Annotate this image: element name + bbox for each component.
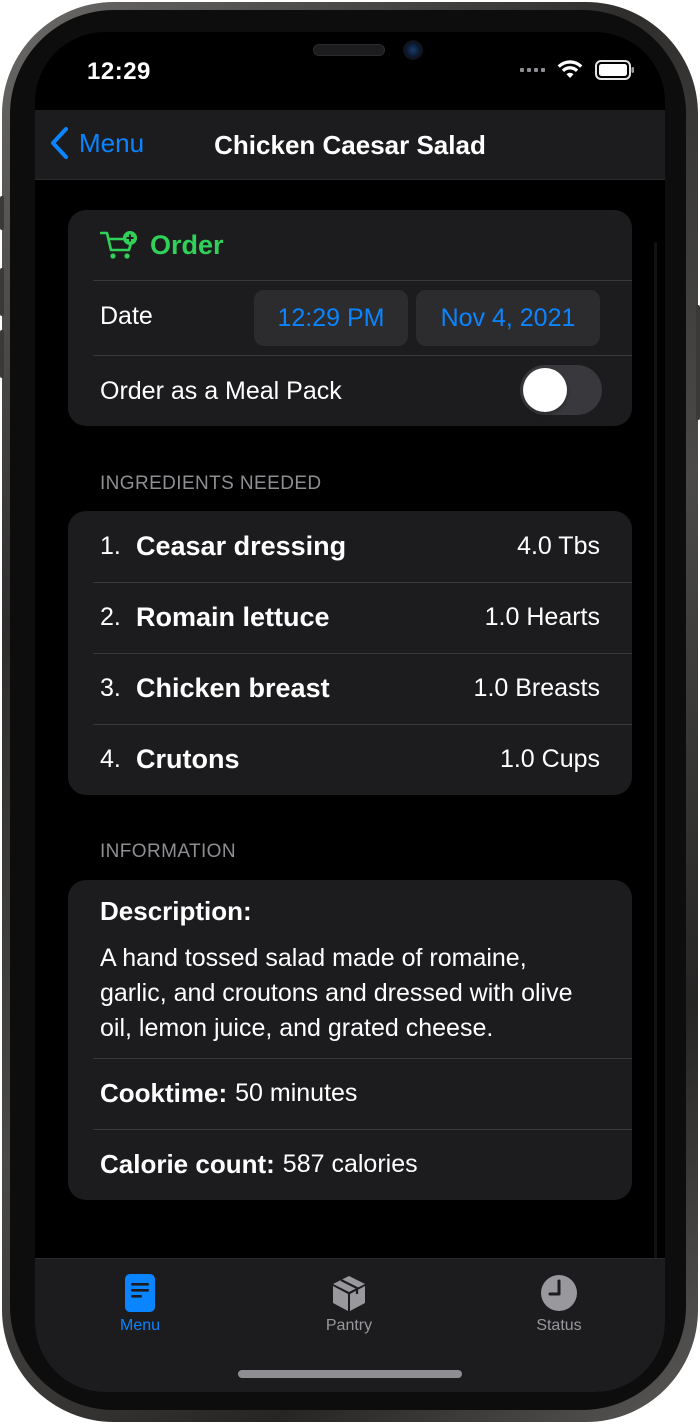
ingredient-row[interactable]: 1. Ceasar dressing 4.0 Tbs: [68, 511, 632, 582]
toggle-knob: [523, 368, 567, 412]
meal-pack-label: Order as a Meal Pack: [100, 377, 342, 405]
wifi-icon: [557, 60, 583, 78]
box-icon: [333, 1276, 365, 1311]
menu-doc-icon: [125, 1274, 155, 1312]
ingredient-row[interactable]: 4. Crutons 1.0 Cups: [68, 724, 632, 795]
tab-menu-label: Menu: [119, 1317, 161, 1334]
calorie-row: Calorie count: 587 calories: [68, 1129, 632, 1200]
notch: [195, 32, 505, 78]
screen: 12:29 Menu Chicken Caesar Salad Order Da…: [35, 32, 665, 1392]
ingredient-amount: 1.0 Breasts: [473, 674, 600, 702]
meal-pack-row: Order as a Meal Pack: [68, 355, 632, 426]
clock-icon: [541, 1275, 577, 1311]
tab-status[interactable]: Status: [489, 1273, 629, 1335]
ingredient-name: Ceasar dressing: [136, 531, 347, 561]
information-header: INFORMATION: [100, 841, 236, 862]
ingredient-row[interactable]: 2. Romain lettuce 1.0 Hearts: [68, 582, 632, 653]
ingredient-amount: 4.0 Tbs: [517, 532, 600, 560]
ingredient-row[interactable]: 3. Chicken breast 1.0 Breasts: [68, 653, 632, 724]
meal-pack-toggle[interactable]: [520, 365, 602, 415]
date-row: Date 12:29 PM Nov 4, 2021: [68, 280, 632, 355]
cooktime-value: 50 minutes: [235, 1079, 358, 1107]
scroll-indicator[interactable]: [654, 242, 657, 1258]
description-title: Description:: [100, 896, 252, 926]
speaker: [313, 44, 385, 56]
tab-pantry-label: Pantry: [325, 1317, 373, 1334]
page-title: Chicken Caesar Salad: [214, 130, 486, 160]
ingredient-number: 3.: [100, 674, 121, 702]
description-text: A hand tossed salad made of romaine, gar…: [100, 944, 573, 1042]
power-button: [696, 305, 700, 420]
ingredients-card: 1. Ceasar dressing 4.0 Tbs 2. Romain let…: [68, 511, 632, 795]
ingredients-header: INGREDIENTS NEEDED: [100, 473, 322, 494]
signal-icon: [520, 68, 545, 72]
order-label: Order: [150, 229, 224, 260]
front-camera: [403, 40, 423, 60]
status-icons: [520, 60, 635, 80]
calorie-label: Calorie count:: [100, 1149, 275, 1179]
date-picker[interactable]: Nov 4, 2021: [416, 290, 600, 346]
date-label: Date: [100, 302, 153, 330]
order-card: Order Date 12:29 PM Nov 4, 2021 Order as…: [68, 210, 632, 426]
home-indicator[interactable]: [238, 1370, 462, 1378]
ingredient-amount: 1.0 Cups: [499, 745, 600, 773]
calorie-value: 587 calories: [282, 1150, 418, 1178]
ingredient-name: Chicken breast: [136, 673, 330, 703]
cooktime-label: Cooktime:: [100, 1078, 228, 1108]
ingredient-number: 4.: [100, 745, 121, 773]
ingredient-amount: 1.0 Hearts: [484, 603, 600, 631]
scroll-content[interactable]: Order Date 12:29 PM Nov 4, 2021 Order as…: [35, 180, 665, 1258]
phone-side-button: [0, 196, 4, 230]
tab-menu[interactable]: Menu: [70, 1273, 210, 1335]
order-button[interactable]: Order: [68, 210, 632, 280]
volume-down-button: [0, 330, 4, 378]
description-block: Description: A hand tossed salad made of…: [68, 880, 632, 1058]
ingredient-number: 1.: [100, 532, 121, 560]
ingredient-name: Crutons: [136, 744, 240, 774]
volume-up-button: [0, 268, 4, 316]
battery-icon: [595, 60, 634, 80]
information-card: Description: A hand tossed salad made of…: [68, 880, 632, 1200]
time-picker[interactable]: 12:29 PM: [254, 290, 408, 346]
tab-pantry[interactable]: Pantry: [279, 1273, 419, 1335]
ingredient-number: 2.: [100, 603, 121, 631]
status-time: 12:29: [87, 58, 151, 85]
tab-status-label: Status: [536, 1317, 582, 1334]
cart-add-icon: [100, 231, 137, 259]
ingredient-name: Romain lettuce: [136, 602, 330, 632]
navigation-bar: Menu Chicken Caesar Salad: [35, 110, 665, 180]
cooktime-row: Cooktime: 50 minutes: [68, 1058, 632, 1129]
